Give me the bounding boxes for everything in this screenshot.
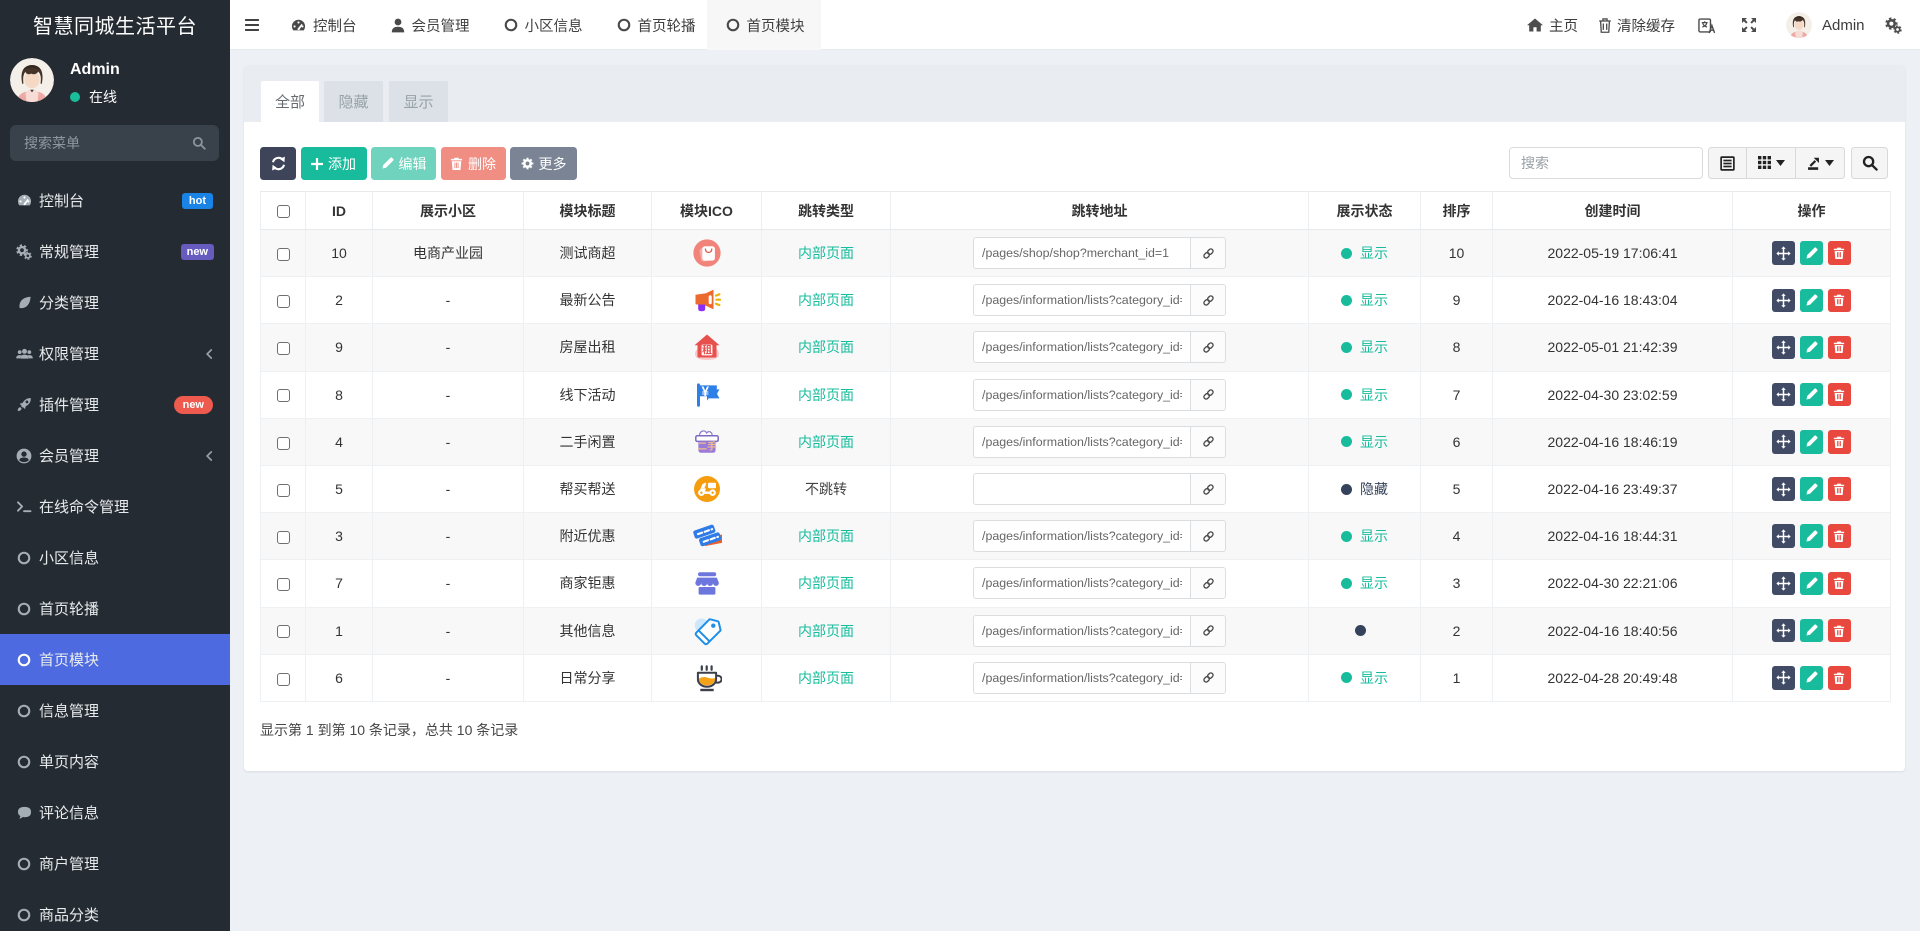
svg-text:租: 租 [702,342,712,357]
svg-text:二手: 二手 [697,438,717,452]
svg-text:¥: ¥ [701,384,709,399]
